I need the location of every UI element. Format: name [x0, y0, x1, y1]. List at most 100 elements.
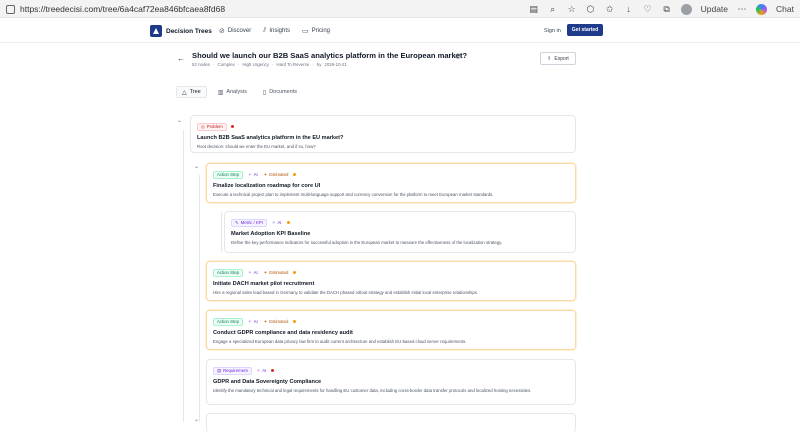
estimated-badge: ⚭ Estimated — [263, 269, 290, 277]
tab-documents[interactable]: ▯ Documents — [258, 86, 302, 98]
tree-node-action[interactable]: Action Step ✧ AI ⚭ Estimated Conduct GDP… — [206, 310, 576, 350]
ai-label: AI — [253, 319, 258, 324]
tab-label: Tree — [189, 89, 201, 95]
compass-icon: ⊘ — [219, 28, 225, 35]
clipboard-icon: ▤ — [217, 367, 222, 373]
meta-date: 2026-10-21 — [324, 62, 347, 67]
tab-label: Documents — [269, 89, 298, 95]
target-icon: ◎ — [201, 123, 205, 129]
downloads-icon[interactable]: ↓ — [624, 4, 634, 14]
tab-analysis[interactable]: ▥ Analysis — [213, 86, 252, 98]
tree-node-partial[interactable] — [206, 413, 576, 433]
reader-view-icon[interactable]: ▤ — [529, 4, 539, 14]
node-type-label: Action Step — [217, 319, 239, 324]
address-bar[interactable]: https://treedecisi.com/tree/6a4caf72ea84… — [4, 2, 544, 16]
meta-nodes: 52 nodes — [192, 62, 211, 67]
priority-dot — [293, 173, 297, 176]
tree-node-action[interactable]: Action Step ✧ AI ⚭ Estimated Finalize lo… — [206, 163, 576, 203]
back-arrow-icon[interactable]: ← — [177, 54, 185, 63]
estimated-badge: ⚭ Estimated — [263, 171, 290, 179]
url-text[interactable]: https://treedecisi.com/tree/6a4caf72ea84… — [20, 4, 225, 14]
nav-label: Discover — [227, 28, 252, 34]
nav-item-pricing[interactable]: ▭ Pricing — [302, 27, 330, 35]
globe-icon[interactable]: ◎ — [455, 52, 461, 60]
nav-label: Insights — [269, 28, 291, 34]
ai-badge: ✧ AI — [247, 269, 259, 277]
node-title: Conduct GDPR compliance and data residen… — [213, 330, 353, 336]
zoom-icon[interactable]: ⌕ — [548, 4, 558, 14]
node-type-badge: ◎ Problem — [197, 122, 227, 131]
app-header: Decision Trees ⊘ Discover ⫽ Insights ▭ P… — [0, 19, 800, 43]
node-type-label: Action Step — [217, 172, 239, 177]
node-title: Initiate DACH market pilot recruitment — [213, 281, 315, 287]
ai-label: AI — [262, 368, 267, 373]
link-icon: ⚭ — [263, 318, 268, 324]
node-description: Execute a technical project plan to impl… — [213, 192, 494, 197]
tab-tree[interactable]: △ Tree — [176, 86, 207, 98]
collapse-chevron-icon[interactable]: ⌄ — [177, 117, 182, 124]
export-button[interactable]: ⇪ Export — [540, 52, 576, 65]
favorite-star-icon[interactable]: ☆ — [567, 4, 577, 14]
collections-icon[interactable]: ⧉ — [662, 4, 672, 14]
node-description: Define the key performance indicators fo… — [231, 240, 503, 245]
meta-urgency: High Urgency — [242, 62, 269, 67]
sparkle-icon: ✧ — [247, 171, 252, 177]
meta-sep: · — [237, 62, 240, 67]
page-info-icon[interactable] — [6, 4, 15, 14]
tree-meta: 52 nodes · Complex · High Urgency · Hard… — [192, 62, 347, 67]
node-type-label: Metric / KPI — [240, 220, 263, 225]
node-type-badge: Action Step — [213, 268, 243, 277]
estimated-label: Estimated — [269, 172, 289, 177]
document-icon: ▯ — [262, 89, 267, 96]
node-type-badge: ✎ Metric / KPI — [231, 218, 267, 227]
tree-node-action[interactable]: Action Step ✧ AI ⚭ Estimated Initiate DA… — [206, 261, 576, 301]
node-description: Identify the mandatory technical and leg… — [213, 388, 532, 393]
chart-icon: ⫽ — [263, 27, 267, 34]
chat-button[interactable]: Chat — [776, 4, 794, 14]
node-type-label: Requirement — [223, 368, 248, 373]
node-type-label: Action Step — [217, 270, 239, 275]
brand-logo-icon — [150, 25, 162, 37]
node-type-badge: Action Step — [213, 317, 243, 326]
page-title: Should we launch our B2B SaaS analytics … — [192, 51, 468, 60]
ai-label: AI — [253, 270, 258, 275]
ai-badge: ✧ AI — [247, 171, 259, 179]
extensions-icon[interactable]: ⬡ — [586, 4, 596, 14]
link-icon: ⚭ — [263, 269, 268, 275]
copilot-icon[interactable] — [756, 3, 768, 15]
node-description: Root decision: should we enter the EU ma… — [197, 144, 316, 149]
nav-item-discover[interactable]: ⊘ Discover — [219, 27, 251, 35]
sign-in-link[interactable]: Sign in — [544, 28, 561, 34]
estimated-badge: ⚭ Estimated — [263, 318, 290, 326]
priority-dot — [293, 271, 297, 274]
priority-dot — [293, 320, 297, 323]
export-label: Export — [554, 55, 569, 62]
tree-connector — [221, 212, 222, 252]
priority-dot — [286, 221, 290, 224]
node-title: Market Adoption KPI Baseline — [231, 231, 311, 237]
meta-reversibility: Hard To Reverse — [276, 62, 310, 67]
profile-avatar[interactable] — [680, 3, 692, 15]
collapse-chevron-icon[interactable]: ⌄ — [194, 163, 199, 170]
sparkle-icon: ✧ — [247, 269, 252, 275]
more-menu-icon[interactable]: ⋯ — [737, 4, 747, 14]
nav-item-insights[interactable]: ⫽ Insights — [263, 27, 290, 35]
tree-icon: △ — [182, 89, 187, 96]
favorites-icon[interactable]: ✩ — [605, 4, 615, 14]
heart-icon[interactable]: ♡ — [643, 4, 653, 14]
node-type-label: Problem — [206, 124, 223, 129]
brand[interactable]: Decision Trees — [150, 25, 212, 37]
tree-node-requirement[interactable]: ▤ Requirement ✧ AI GDPR and Data Soverei… — [206, 359, 576, 405]
update-button[interactable]: Update — [701, 4, 728, 14]
get-started-button[interactable]: Get started — [567, 24, 603, 36]
bar-chart-icon: ▥ — [217, 89, 224, 96]
sparkle-icon: ✧ — [256, 367, 261, 373]
estimated-label: Estimated — [269, 319, 289, 324]
estimated-label: Estimated — [269, 270, 289, 275]
export-icon: ⇪ — [547, 55, 552, 62]
tree-node-metric[interactable]: ✎ Metric / KPI ✧ AI Market Adoption KPI … — [224, 211, 576, 253]
ai-badge: ✧ AI — [271, 219, 283, 227]
meta-sep: · — [271, 62, 274, 67]
tree-node-problem[interactable]: ◎ Problem Launch B2B SaaS analytics plat… — [190, 115, 576, 153]
node-type-badge: Action Step — [213, 170, 243, 179]
